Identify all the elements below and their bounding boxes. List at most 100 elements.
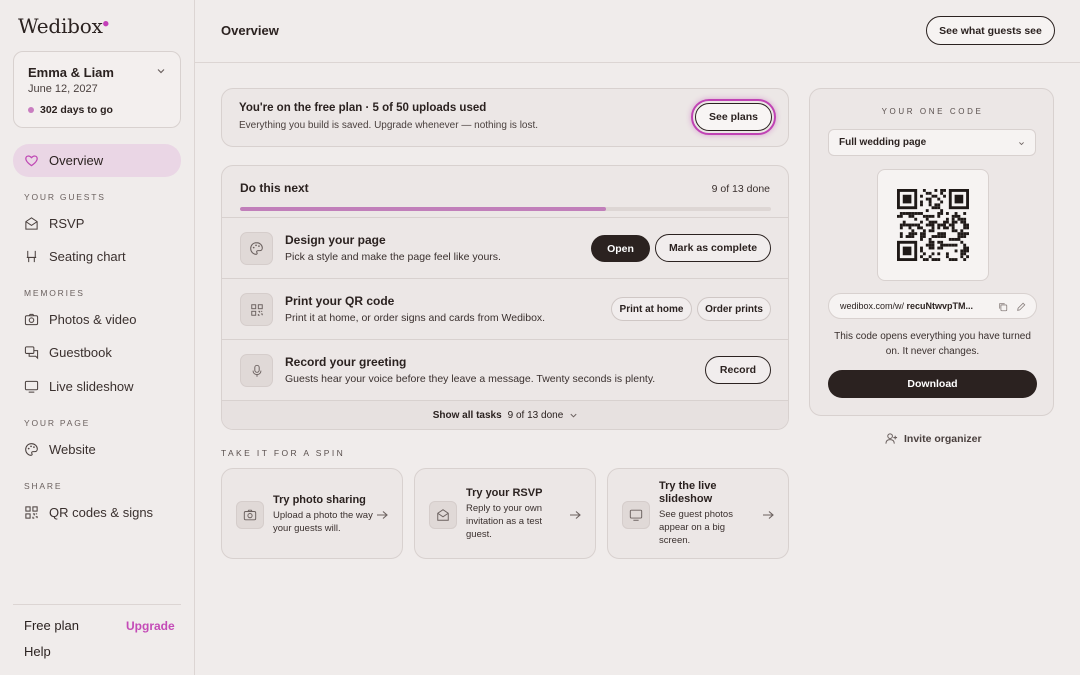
sidebar-item-qr-codes[interactable]: QR codes & signs bbox=[24, 505, 153, 520]
try-rsvp-card[interactable]: Try your RSVP Reply to your own invitati… bbox=[414, 468, 596, 559]
code-url-code: recuNtwvpTM... bbox=[906, 301, 974, 311]
sidebar-item-label: Seating chart bbox=[49, 249, 126, 264]
camera-icon bbox=[236, 501, 264, 529]
qr-icon bbox=[240, 293, 273, 326]
countdown-dot bbox=[28, 107, 34, 113]
task-row: Print your QR code Print it at home, or … bbox=[222, 278, 788, 339]
open-button[interactable]: Open bbox=[591, 235, 650, 262]
heart-icon bbox=[25, 155, 38, 167]
sidebar-item-label: Live slideshow bbox=[49, 379, 134, 394]
envelope-icon bbox=[25, 217, 38, 230]
task-description: Print it at home, or order signs and car… bbox=[285, 312, 546, 324]
qr-icon bbox=[25, 506, 38, 519]
task-description: Guests hear your voice before they leave… bbox=[285, 373, 656, 385]
task-title: Design your page bbox=[285, 233, 386, 247]
page-title: Overview bbox=[221, 23, 279, 38]
qr-code-graphic bbox=[897, 189, 969, 261]
sidebar-item-rsvp[interactable]: RSVP bbox=[24, 216, 84, 231]
record-button[interactable]: Record bbox=[705, 356, 771, 384]
mark-complete-button[interactable]: Mark as complete bbox=[655, 234, 771, 262]
palette-icon bbox=[25, 443, 38, 456]
plan-banner-subtitle: Everything you build is saved. Upgrade w… bbox=[239, 120, 539, 131]
show-all-label: Show all tasks bbox=[432, 410, 502, 421]
code-help-text: This code opens everything you have turn… bbox=[834, 331, 1031, 357]
sidebar-item-seating-chart[interactable]: Seating chart bbox=[24, 249, 126, 264]
sidebar-item-label: QR codes & signs bbox=[49, 505, 154, 520]
mic-icon bbox=[240, 354, 273, 387]
event-name: Emma & Liam bbox=[28, 65, 114, 80]
code-url-field[interactable]: wedibox.com/w/ recuNtwvpTM... bbox=[828, 293, 1037, 319]
header-divider bbox=[195, 62, 1080, 63]
sidebar-divider bbox=[13, 604, 181, 605]
code-panel: YOUR ONE CODE Full wedding page wedibox.… bbox=[809, 88, 1054, 416]
spin-card-description: Reply to your own invitation as a test g… bbox=[466, 503, 543, 540]
edit-icon[interactable] bbox=[1016, 302, 1026, 312]
code-target-value: Full wedding page bbox=[839, 137, 927, 148]
plan-banner-title: You're on the free plan · 5 of 50 upload… bbox=[239, 102, 487, 114]
chair-icon bbox=[26, 250, 37, 263]
spin-card-description: Upload a photo the way your guests will. bbox=[273, 510, 373, 534]
countdown: 302 days to go bbox=[28, 104, 113, 116]
sidebar-item-guestbook[interactable]: Guestbook bbox=[24, 345, 112, 360]
show-all-count: 9 of 13 done bbox=[507, 410, 564, 421]
help-link[interactable]: Help bbox=[24, 644, 51, 659]
add-user-icon bbox=[885, 433, 898, 444]
logo[interactable]: Wedibox● bbox=[18, 14, 109, 38]
task-title: Print your QR code bbox=[285, 294, 395, 308]
arrow-right-icon bbox=[570, 511, 581, 519]
sidebar: Wedibox● Emma & Liam June 12, 2027 302 d… bbox=[0, 0, 195, 675]
sidebar-item-website[interactable]: Website bbox=[24, 442, 96, 457]
code-url-prefix: wedibox.com/w/ bbox=[840, 301, 905, 311]
sidebar-item-label: Photos & video bbox=[49, 312, 137, 327]
palette-icon bbox=[240, 232, 273, 265]
show-all-tasks-toggle[interactable]: Show all tasks 9 of 13 done bbox=[222, 400, 788, 429]
spin-section-label: TAKE IT FOR A SPIN bbox=[221, 448, 346, 458]
envelope-icon bbox=[429, 501, 457, 529]
spin-card-title: Try photo sharing bbox=[273, 494, 366, 506]
sidebar-item-label: Website bbox=[49, 442, 96, 457]
logo-text: Wedibox bbox=[18, 14, 103, 38]
code-panel-label: YOUR ONE CODE bbox=[881, 107, 984, 116]
sidebar-item-label: Overview bbox=[49, 153, 104, 168]
copy-icon[interactable] bbox=[998, 302, 1008, 312]
sidebar-item-label: RSVP bbox=[49, 216, 85, 231]
task-row: Record your greeting Guests hear your vo… bbox=[222, 339, 788, 400]
event-date: June 12, 2027 bbox=[28, 83, 98, 95]
download-button[interactable]: Download bbox=[828, 370, 1037, 398]
tasks-heading: Do this next bbox=[240, 181, 309, 195]
upgrade-link[interactable]: Upgrade bbox=[126, 619, 175, 633]
tasks-progress-fill bbox=[240, 207, 607, 211]
qr-code bbox=[877, 169, 989, 281]
print-at-home-button[interactable]: Print at home bbox=[611, 297, 692, 321]
section-label-memories: MEMORIES bbox=[24, 288, 85, 298]
sidebar-item-overview[interactable]: Overview bbox=[13, 144, 181, 177]
monitor-icon bbox=[24, 380, 39, 393]
order-prints-button[interactable]: Order prints bbox=[697, 297, 771, 321]
sidebar-item-live-slideshow[interactable]: Live slideshow bbox=[24, 379, 134, 394]
task-description: Pick a style and make the page feel like… bbox=[285, 251, 501, 263]
chat-icon bbox=[24, 346, 39, 360]
event-switcher[interactable]: Emma & Liam June 12, 2027 302 days to go bbox=[13, 51, 181, 128]
see-plans-button[interactable]: See plans bbox=[695, 103, 772, 131]
arrow-right-icon bbox=[763, 511, 774, 519]
spin-card-title: Try your RSVP bbox=[466, 487, 543, 499]
invite-organizer-button[interactable]: Invite organizer bbox=[885, 432, 982, 445]
tasks-card: Do this next 9 of 13 done Design your pa… bbox=[221, 165, 789, 430]
task-title: Record your greeting bbox=[285, 355, 407, 369]
try-live-slideshow-card[interactable]: Try the live slideshow See guest photos … bbox=[607, 468, 789, 559]
spin-card-description: See guest photos appear on a big screen. bbox=[659, 509, 733, 546]
code-target-select[interactable]: Full wedding page bbox=[828, 129, 1036, 156]
tasks-progress-bar bbox=[240, 207, 771, 211]
see-guest-view-button[interactable]: See what guests see bbox=[926, 16, 1055, 45]
countdown-text: 302 days to go bbox=[40, 104, 113, 116]
camera-icon bbox=[24, 313, 39, 326]
sidebar-item-photos-video[interactable]: Photos & video bbox=[24, 312, 136, 327]
chevron-down-icon bbox=[1019, 142, 1024, 146]
chevron-down-icon bbox=[570, 413, 577, 418]
plan-label: Free plan bbox=[24, 618, 79, 633]
invite-label: Invite organizer bbox=[904, 432, 982, 445]
logo-mark: ● bbox=[102, 19, 109, 28]
section-label-guests: YOUR GUESTS bbox=[24, 192, 106, 202]
section-label-page: YOUR PAGE bbox=[24, 418, 91, 428]
try-photo-sharing-card[interactable]: Try photo sharing Upload a photo the way… bbox=[221, 468, 403, 559]
